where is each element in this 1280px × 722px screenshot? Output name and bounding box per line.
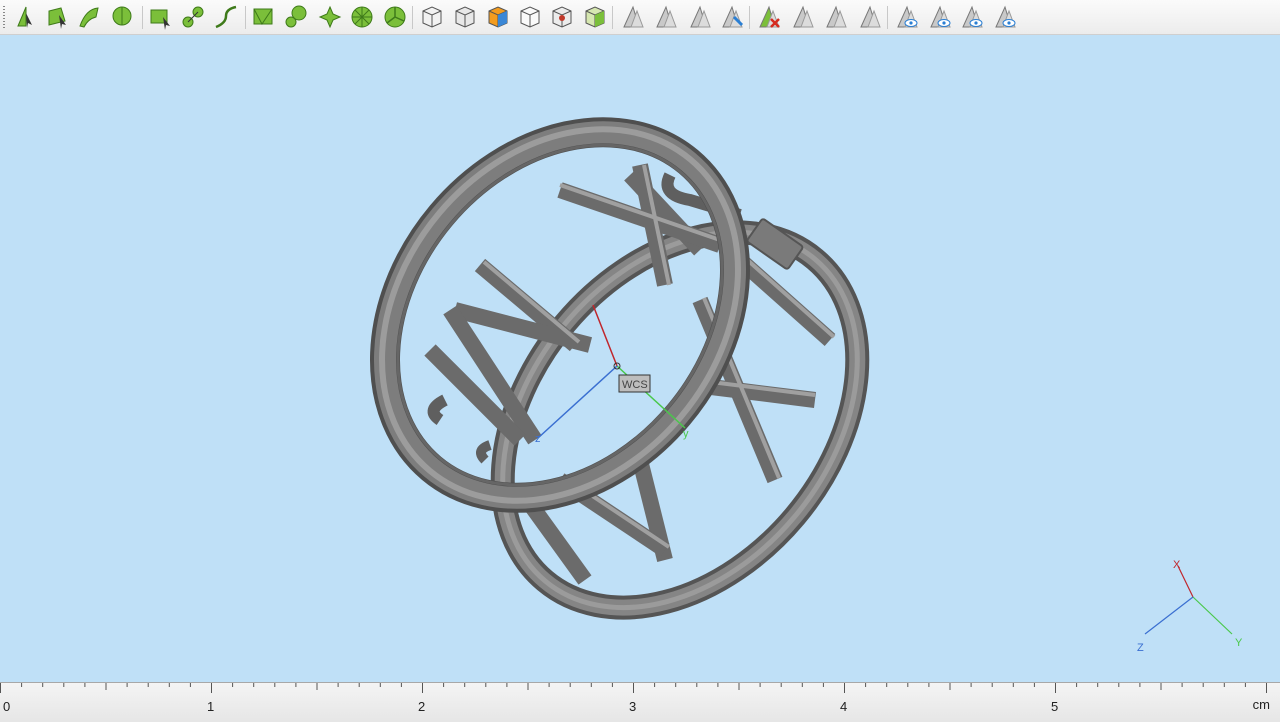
ruler-label: 1 [207, 699, 215, 714]
triad-y-label: Y [1235, 637, 1243, 649]
face-select-icon [48, 7, 66, 29]
main-toolbar [0, 0, 1280, 35]
curve-tool[interactable] [212, 3, 240, 31]
view-shade-tool[interactable] [958, 3, 986, 31]
edge-select-icon [79, 7, 99, 28]
triangle-blue-icon [722, 5, 744, 28]
connect-icon [182, 6, 204, 28]
fan-tool[interactable] [381, 3, 409, 31]
curve-icon [215, 5, 237, 29]
delete-triangle-tool[interactable] [755, 3, 783, 31]
view-wire-tool[interactable] [926, 3, 954, 31]
triangle-copy-icon [826, 5, 847, 28]
cube-outline-icon [520, 6, 540, 28]
measurement-ruler: 0 1 2 3 4 5 cm [0, 682, 1280, 722]
cube-target-icon [552, 6, 572, 28]
ruler-label: 3 [629, 699, 637, 714]
view-box-tool[interactable] [991, 3, 1019, 31]
triangle-flat-icon [860, 5, 881, 28]
toolbar-separator [412, 6, 413, 29]
orientation-triad: X Y Z [1137, 559, 1243, 654]
toolbar-separator [612, 6, 613, 29]
wcs-y-label: y [683, 428, 689, 440]
ruler-label: 0 [3, 699, 11, 714]
fan-icon [384, 6, 406, 28]
wheel-tool[interactable] [348, 3, 376, 31]
delete-triangle-icon [759, 5, 780, 28]
ruler-ticks [0, 683, 1267, 693]
triangle-pick-icon [690, 5, 711, 28]
toolbar-separator [887, 6, 888, 29]
triangle-split-icon [793, 5, 814, 28]
cube-mesh-tool[interactable] [581, 3, 609, 31]
3d-viewport[interactable]: WCS y z X Y Z [0, 35, 1280, 682]
triangle-select-tool[interactable] [619, 3, 647, 31]
cube-face-icon [455, 6, 475, 28]
toolbar-separator [245, 6, 246, 29]
wcs-z-label: z [535, 433, 541, 445]
select-face-tool[interactable] [44, 3, 72, 31]
mesh-face-icon [253, 8, 273, 25]
eye-triangle-icon [897, 5, 918, 28]
ruler-label: 2 [418, 699, 426, 714]
connect-tool[interactable] [180, 3, 208, 31]
wheel-icon [351, 6, 373, 28]
toolbar-separator [142, 6, 143, 29]
triangle-copy-tool[interactable] [822, 3, 850, 31]
node-tool[interactable] [283, 3, 311, 31]
toolbar-separator [749, 6, 750, 29]
triangle-split-tool[interactable] [789, 3, 817, 31]
toolbar-grip[interactable] [3, 6, 5, 28]
rectangle-icon [150, 9, 170, 30]
select-solid-tool[interactable] [109, 3, 137, 31]
triad-z-label: Z [1137, 642, 1144, 654]
triangle-edit-icon [656, 5, 677, 28]
vertex-select-icon [17, 6, 32, 28]
ruler-unit-label: cm [1252, 697, 1270, 712]
cube-select-tool[interactable] [418, 3, 446, 31]
cube-target-tool[interactable] [548, 3, 576, 31]
cube-outline-tool[interactable] [516, 3, 544, 31]
mesh-face-tool[interactable] [250, 3, 278, 31]
rectangle-tool[interactable] [147, 3, 175, 31]
triangle-pick-tool[interactable] [686, 3, 714, 31]
eye-wire-icon [930, 5, 951, 28]
ruler-label: 5 [1051, 699, 1059, 714]
cube-face-tool[interactable] [451, 3, 479, 31]
triangle-blue-tool[interactable] [718, 3, 746, 31]
cube-mesh-icon [585, 6, 605, 28]
ruler-label: 4 [840, 699, 848, 714]
triangle-flat-tool[interactable] [856, 3, 884, 31]
solid-select-icon [112, 6, 132, 26]
view-hidden-tool[interactable] [893, 3, 921, 31]
eye-shade-icon [962, 5, 983, 28]
star-icon [318, 5, 342, 29]
triangle-edit-tool[interactable] [652, 3, 680, 31]
select-edge-tool[interactable] [76, 3, 104, 31]
cube-icon [422, 6, 442, 28]
star-tool[interactable] [316, 3, 344, 31]
triangle-icon [623, 5, 644, 28]
wcs-label: WCS [622, 379, 648, 391]
model-canvas[interactable]: WCS y z X Y Z [0, 35, 1280, 682]
cube-color-icon [488, 6, 508, 28]
eye-box-icon [995, 5, 1016, 28]
triad-x-label: X [1173, 559, 1181, 571]
select-vertex-tool[interactable] [12, 3, 40, 31]
node-icon [285, 5, 307, 28]
cube-color-tool[interactable] [484, 3, 512, 31]
